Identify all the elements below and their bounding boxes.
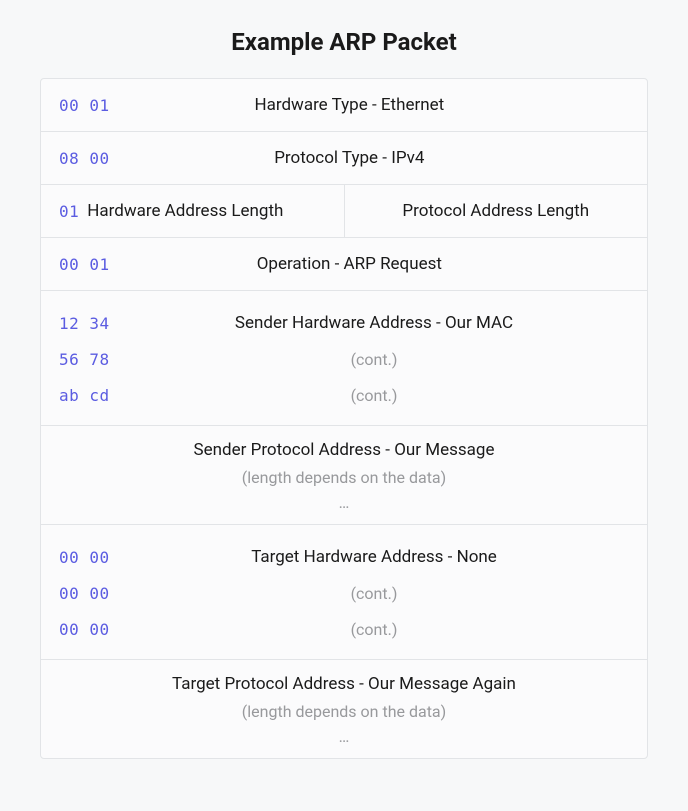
field-label: Operation - ARP Request <box>70 254 629 274</box>
hex-value: 00 00 <box>59 584 119 603</box>
hex-value: ab cd <box>59 386 119 405</box>
row-operation: 00 01 Operation - ARP Request <box>41 238 647 291</box>
continuation-note: (cont.) <box>119 620 629 639</box>
length-note: (length depends on the data) <box>59 468 629 487</box>
diagram-title: Example ARP Packet <box>40 28 648 56</box>
hex-value: 00 00 <box>59 548 119 567</box>
field-label: Hardware Address Length <box>87 201 325 221</box>
continuation-note: (cont.) <box>119 584 629 603</box>
row-sender-hardware-address: 12 34 Sender Hardware Address - Our MAC … <box>41 291 647 426</box>
row-target-hardware-address: 00 00 Target Hardware Address - None 00 … <box>41 525 647 660</box>
hex-value: 01 <box>59 202 79 221</box>
field-label: Target Protocol Address - Our Message Ag… <box>59 674 629 694</box>
continuation-note: (cont.) <box>119 386 629 405</box>
length-note: (length depends on the data) <box>59 702 629 721</box>
row-sender-protocol-address: Sender Protocol Address - Our Message (l… <box>41 426 647 525</box>
row-address-lengths: 01 Hardware Address Length Protocol Addr… <box>41 185 647 238</box>
row-hardware-type: 00 01 Hardware Type - Ethernet <box>41 79 647 132</box>
field-label: Sender Hardware Address - Our MAC <box>119 313 629 333</box>
row-target-protocol-address: Target Protocol Address - Our Message Ag… <box>41 660 647 758</box>
continuation-note: (cont.) <box>119 350 629 369</box>
field-label: Protocol Address Length <box>363 201 630 221</box>
field-label: Sender Protocol Address - Our Message <box>59 440 629 460</box>
field-label: Target Hardware Address - None <box>119 547 629 567</box>
ellipsis-icon: … <box>339 727 350 746</box>
arp-packet-diagram: 00 01 Hardware Type - Ethernet 08 00 Pro… <box>40 78 648 759</box>
hex-value: 12 34 <box>59 314 119 333</box>
hex-value: 00 00 <box>59 620 119 639</box>
field-label: Hardware Type - Ethernet <box>70 95 629 115</box>
field-label: Protocol Type - IPv4 <box>70 148 629 168</box>
ellipsis-icon: … <box>339 493 350 512</box>
hex-value: 56 78 <box>59 350 119 369</box>
row-protocol-type: 08 00 Protocol Type - IPv4 <box>41 132 647 185</box>
